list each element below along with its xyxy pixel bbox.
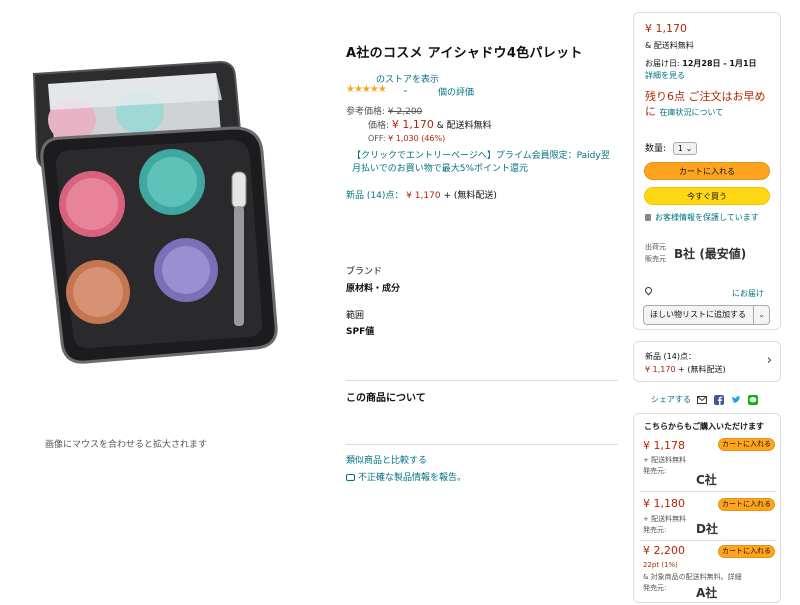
new-offers-price: ¥ 1,170 (406, 191, 441, 201)
offer-seller-name[interactable]: C社 (696, 471, 717, 488)
stock-status: 残り6点 ご注文はお早めに 在庫状況について (645, 89, 775, 120)
offer-shipping[interactable]: & 対象商品の配送料無料。詳細 (643, 572, 742, 582)
seller-name: B社 (最安値) (674, 247, 747, 261)
new-offers-link[interactable]: 新品 (14)点： (346, 191, 403, 201)
chevron-down-icon[interactable]: ⌄ (753, 306, 769, 324)
offer-seller-label: 発売元: (643, 467, 667, 475)
shipper-label: 出荷元 (645, 243, 666, 251)
delivery-label: お届け日: (645, 59, 680, 68)
promo-link[interactable]: 【クリックでエントリーページへ】プライム会員限定：Paidy翌月払いでのお買い物… (352, 150, 614, 176)
ratings-count-link[interactable]: 個の評価 (438, 85, 474, 98)
about-heading: この商品について (346, 393, 426, 404)
deliver-to-link[interactable]: にお届け (732, 288, 764, 299)
new-offers-suffix: + (無料配送) (443, 191, 497, 201)
secure-text: お客様情報を保護しています (655, 213, 759, 222)
chevron-down-icon: ⌄ (685, 144, 693, 153)
facebook-icon[interactable] (714, 395, 724, 405)
divider (346, 380, 618, 381)
offer-price: ¥ 2,200 (643, 544, 685, 557)
offer-price: ¥ 1,180 (643, 497, 685, 510)
reference-price-row: 参考価格: ¥ 2,200 (346, 104, 422, 117)
report-icon (346, 474, 355, 481)
mail-icon[interactable] (697, 395, 707, 405)
divider (346, 444, 618, 445)
add-to-wishlist-button[interactable]: ほしい物リストに追加する ⌄ (643, 305, 770, 325)
buy-now-button[interactable]: 今すぐ買う (644, 187, 770, 205)
twitter-icon[interactable] (731, 395, 741, 405)
other-sellers-box: こちらからもご購入いただけます ¥ 1,178 カートに入れる + 配送料無料 … (633, 413, 781, 603)
product-details: A社のコスメ アイシャドウ4色パレット のストアを表示 ★★★★★ ⌄ 個の評価… (346, 0, 621, 605)
eyeshadow-palette-illustration (32, 60, 278, 364)
add-to-cart-button[interactable]: カートに入れる (644, 162, 770, 180)
new-offers-box[interactable]: 新品 (14)点： ¥ 1,170 + (無料配送) › (633, 341, 781, 382)
offer-seller-name[interactable]: A社 (696, 584, 717, 601)
report-link[interactable]: 不正確な製品情報を報告。 (346, 470, 466, 483)
share-link[interactable]: シェアする (651, 394, 691, 405)
offer-add-to-cart-button[interactable]: カートに入れる (718, 545, 775, 558)
offer-shipping: + 配送料無料 (643, 456, 687, 464)
compare-link[interactable]: 類似商品と比較する (346, 453, 427, 466)
delivery-dates: 12月28日 - 1月1日 (682, 59, 757, 68)
price-value: ¥ 1,170 (391, 118, 434, 131)
offer-shipping: + 配送料無料 (643, 515, 687, 523)
seller-labels: 出荷元 販売元 (645, 241, 666, 265)
seller-label: 販売元 (645, 255, 666, 263)
offer-points: 22pt (1%) (643, 561, 678, 569)
lock-icon (645, 214, 651, 221)
spec-spf-label: SPF値 (346, 327, 375, 337)
buy-box: ¥ 1,170 & 配送料無料 お届け日: 12月28日 - 1月1日 詳細を見… (633, 12, 781, 330)
offer-seller-name[interactable]: D社 (696, 520, 718, 537)
spec-material-label: 原材料・成分 (346, 284, 401, 294)
secure-transaction[interactable]: お客様情報を保護しています (645, 212, 775, 224)
buybox-shipping: & 配送料無料 (645, 41, 694, 50)
chevron-right-icon: › (766, 353, 772, 368)
product-title: A社のコスメ アイシャドウ4色パレット (346, 46, 583, 61)
stock-link[interactable]: 在庫状況について (660, 108, 724, 117)
reference-price: ¥ 2,200 (387, 107, 423, 117)
new-offers-row: 新品 (14)点： ¥ 1,170 + (無料配送) (346, 188, 497, 201)
delivery-info: お届け日: 12月28日 - 1月1日 (645, 58, 757, 69)
quantity-row: 数量: 1 ⌄ (645, 141, 698, 155)
discount-row: OFF: ¥ 1,030 (46%) (368, 134, 445, 143)
chevron-down-icon[interactable]: ⌄ (402, 85, 409, 94)
price-label: 価格: (368, 121, 390, 131)
offer-price: ¥ 1,178 (643, 439, 685, 452)
new-offers-price-row: ¥ 1,170 + (無料配送) (645, 364, 726, 375)
offer-seller-label: 発売元: (643, 526, 667, 534)
new-offers-count: 新品 (14)点： (645, 352, 696, 361)
new-offers-suffix: + (無料配送) (678, 365, 726, 374)
price-row: 価格: ¥ 1,170 & 配送料無料 (368, 118, 492, 131)
image-hover-hint: 画像にマウスを合わせると拡大されます (45, 440, 208, 450)
offer-seller-label: 発売元: (643, 584, 667, 592)
divider (640, 540, 776, 541)
spec-brand-label: ブランド (346, 267, 383, 277)
wishlist-label: ほしい物リストに追加する (650, 310, 746, 319)
quantity-select[interactable]: 1 ⌄ (672, 142, 698, 155)
other-sellers-heading: こちらからもご購入いただけます (644, 422, 764, 431)
report-link-text: 不正確な製品情報を報告。 (358, 473, 467, 483)
discount-label: OFF: (368, 134, 386, 143)
discount-value: ¥ 1,030 (46%) (388, 134, 446, 143)
line-icon[interactable] (748, 395, 758, 405)
rating-stars[interactable]: ★★★★★ (346, 84, 387, 95)
detail-link[interactable]: 詳細を見る (645, 70, 685, 81)
location-pin-icon[interactable] (643, 285, 654, 296)
new-offers-price: ¥ 1,170 (645, 365, 676, 374)
price-shipping: & 配送料無料 (436, 121, 492, 131)
spec-range-label: 範囲 (346, 311, 365, 321)
offer-add-to-cart-button[interactable]: カートに入れる (718, 498, 775, 511)
product-image[interactable] (20, 40, 320, 370)
divider (640, 491, 776, 492)
offer-add-to-cart-button[interactable]: カートに入れる (718, 438, 775, 451)
quantity-value: 1 (677, 144, 684, 153)
buybox-price: ¥ 1,170 (645, 22, 687, 35)
quantity-label: 数量: (645, 144, 667, 154)
reference-price-label: 参考価格: (346, 107, 386, 117)
